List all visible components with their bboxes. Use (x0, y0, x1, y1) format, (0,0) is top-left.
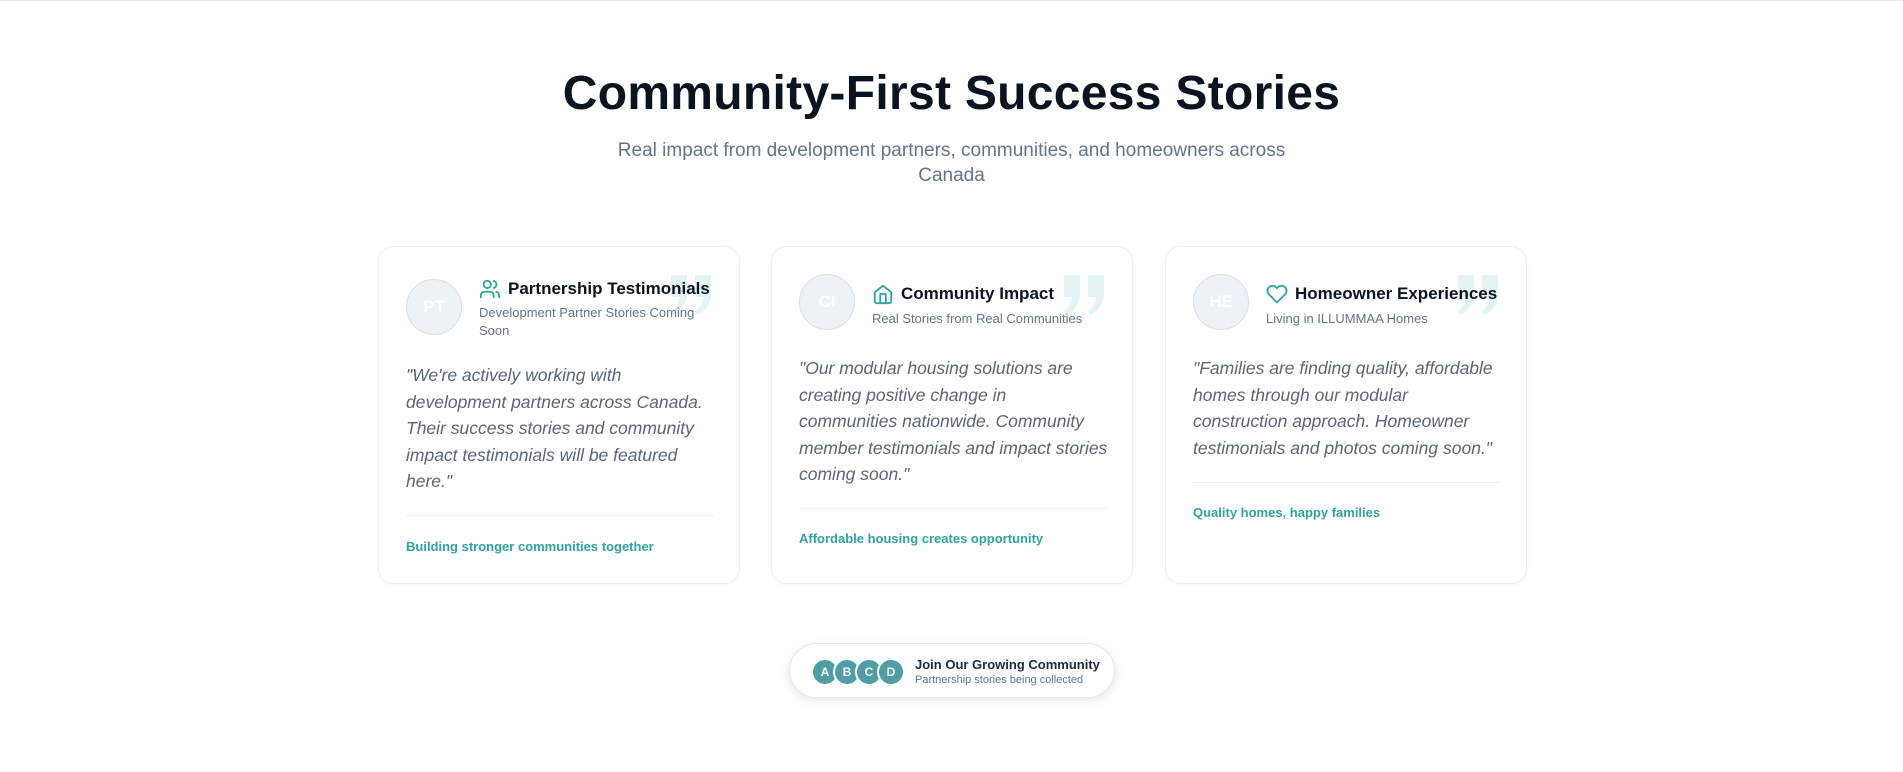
avatar-initials: PT (423, 297, 445, 316)
card-title: Partnership Testimonials (508, 279, 710, 298)
card-quote: "Families are finding quality, affordabl… (1193, 358, 1493, 458)
card-subtitle: Development Partner Stories Coming Soon (479, 305, 695, 338)
card-title-row: Partnership Testimonials (479, 278, 710, 300)
card-tagline: Building stronger communities together (406, 539, 654, 554)
avatar: D (877, 658, 905, 686)
section-heading: Community-First Success Stories (562, 67, 1341, 120)
avatar: CI (799, 274, 855, 330)
avatar: PT (406, 279, 462, 335)
card-tagline: Affordable housing creates opportunity (799, 531, 1044, 546)
card-divider (799, 508, 1107, 509)
card-quote: "We're actively working with development… (406, 365, 703, 491)
avatar-stack: A B C D (811, 658, 907, 686)
card-quote: "Our modular housing solutions are creat… (799, 358, 1108, 484)
avatar-initials: CI (818, 292, 836, 311)
heart-icon (1266, 284, 1288, 304)
card-subtitle: Real Stories from Real Communities (872, 311, 1083, 326)
top-divider (0, 0, 1903, 1)
card-divider (1193, 482, 1501, 483)
card-divider (406, 515, 714, 516)
users-icon (479, 279, 501, 299)
testimonial-card-partnership: PT Partnership Testimonials Development … (378, 246, 740, 584)
card-subtitle: Living in ILLUMMAA Homes (1266, 311, 1428, 326)
avatar-initials: HE (1209, 292, 1233, 311)
card-title-row: Homeowner Experiences (1266, 283, 1497, 305)
avatar: HE (1193, 274, 1249, 330)
section-subheading: Real impact from development partners, c… (617, 140, 1286, 186)
pill-subtitle: Partnership stories being collected (915, 674, 1084, 686)
home-icon (873, 284, 893, 305)
testimonial-card-homeowner: HE Homeowner Experiences Living in ILLUM… (1165, 246, 1527, 584)
join-community-badge[interactable]: A B C D Join Our Growing Community Partn… (789, 643, 1115, 698)
card-title: Community Impact (901, 284, 1055, 303)
card-title-row: Community Impact (872, 283, 1054, 305)
pill-title: Join Our Growing Community (915, 657, 1100, 672)
testimonial-card-community: CI Community Impact Real Stories from Re… (771, 246, 1133, 584)
card-tagline: Quality homes, happy families (1193, 505, 1381, 520)
card-title: Homeowner Experiences (1295, 284, 1498, 303)
